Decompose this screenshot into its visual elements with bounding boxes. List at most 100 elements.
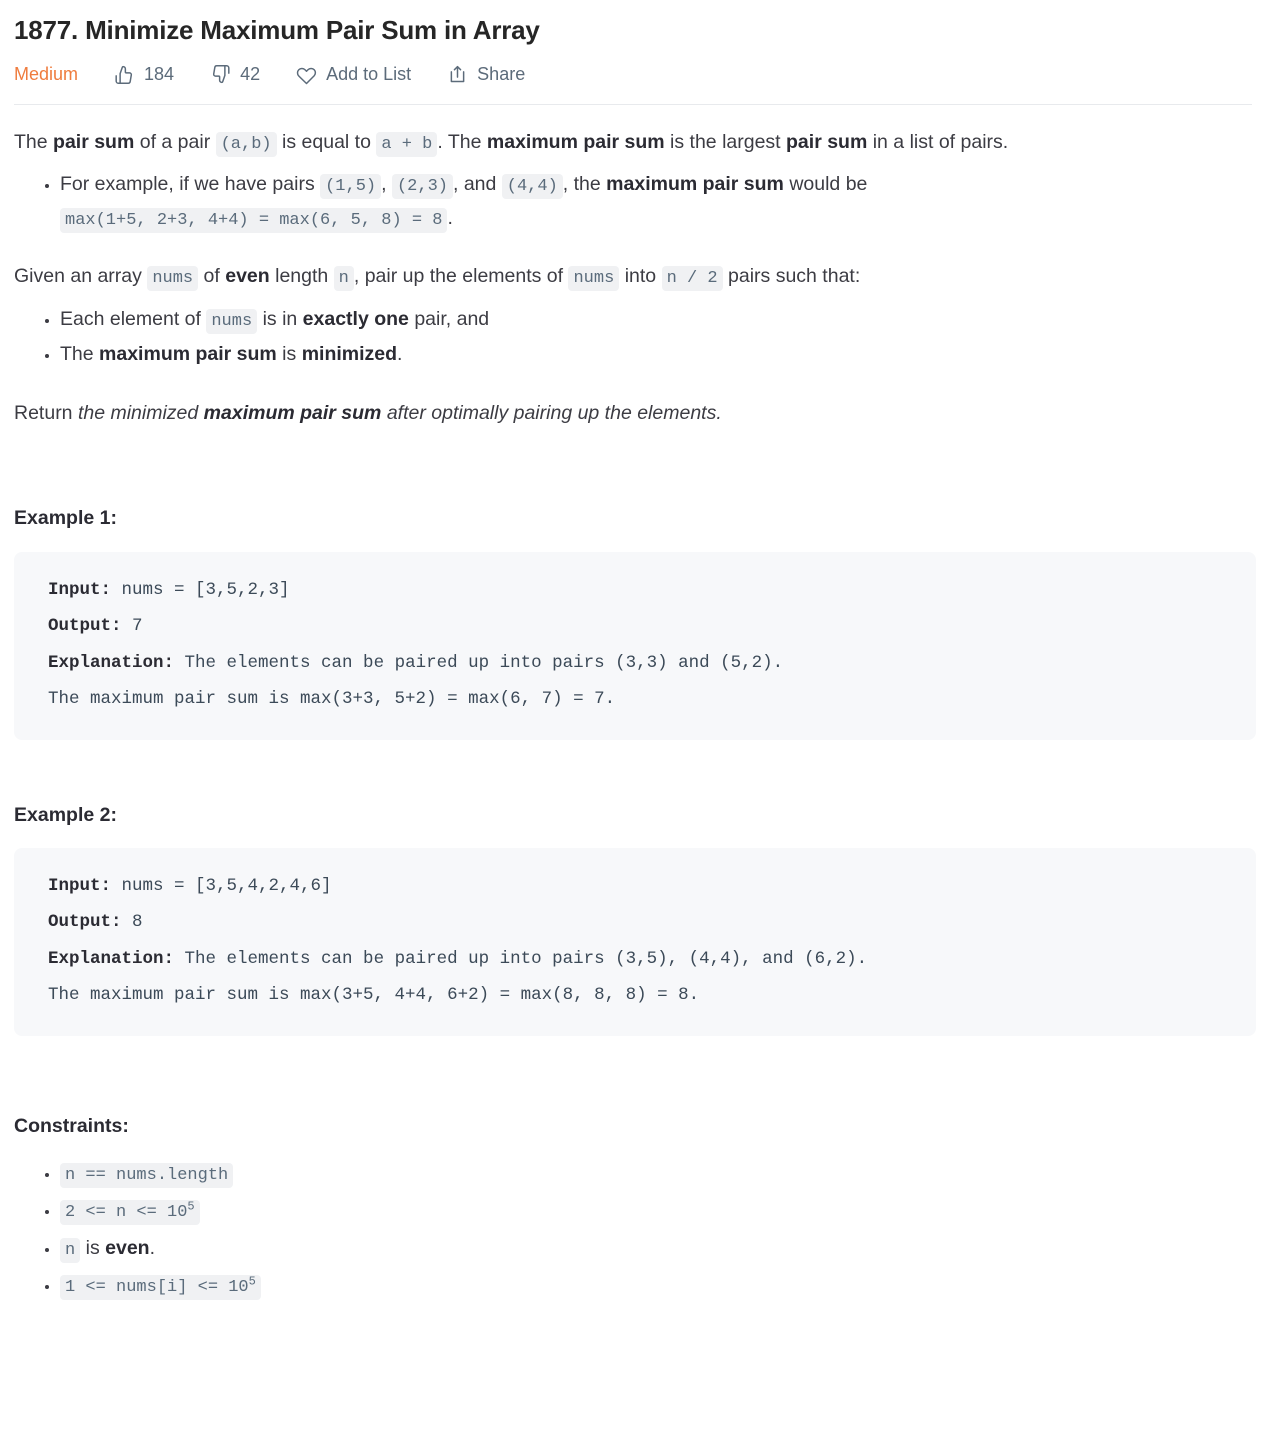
add-to-list-label: Add to List (326, 64, 412, 84)
inline-code: (a,b) (215, 131, 277, 157)
text-fragment: is the largest (664, 130, 787, 153)
text-fragment: For example, if we have pairs (60, 173, 321, 196)
text-fragment: Return (14, 401, 78, 424)
text-bold: even (105, 1236, 150, 1259)
add-to-list-button[interactable]: Add to List (296, 64, 411, 85)
text-fragment: is (80, 1236, 106, 1259)
text-fragment: pairs such that: (722, 265, 861, 288)
text-fragment: into (619, 265, 662, 288)
input-label: Input: (48, 579, 112, 600)
header-divider (14, 103, 1252, 105)
constraint-item: 1 <= nums[i] <= 105 (60, 1270, 1256, 1301)
page-title: 1877. Minimize Maximum Pair Sum in Array (14, 15, 540, 45)
list-item: For example, if we have pairs (1,5), (2,… (60, 168, 1256, 235)
text-fragment: , pair up the elements of (353, 265, 569, 288)
text-fragment: in a list of pairs. (867, 130, 1009, 153)
text-bold: maximum pair sum (486, 130, 665, 153)
output-label: Output: (48, 616, 122, 637)
description-paragraph-3: Return the minimized maximum pair sum af… (14, 398, 1256, 430)
text-fragment: pair, and (408, 307, 490, 330)
input-value: nums = [3,5,4,2,4,6] (111, 876, 332, 897)
inline-code: 2 <= n <= 105 (60, 1199, 200, 1226)
like-count: 184 (144, 64, 175, 84)
description-list-1: For example, if we have pairs (1,5), (2,… (14, 168, 1256, 235)
code-superscript: 5 (248, 1274, 256, 1289)
text-bold: pair sum (786, 130, 868, 153)
text-fragment: is in (257, 307, 303, 330)
heart-icon (296, 64, 317, 85)
text-fragment: Each element of (60, 307, 207, 330)
text-bold: maximum pair sum (606, 173, 784, 196)
input-label: Input: (48, 876, 112, 897)
text-fragment: The (14, 130, 54, 153)
inline-code: a + b (376, 131, 438, 157)
example-2-heading: Example 2: (14, 803, 117, 826)
text-fragment: The (60, 343, 100, 366)
description-paragraph-2: Given an array nums of even length n, pa… (14, 261, 1256, 293)
inline-code: n == nums.length (60, 1163, 234, 1189)
output-label: Output: (48, 912, 122, 933)
text-fragment: , (381, 173, 392, 196)
text-fragment: is (276, 343, 302, 366)
share-icon (447, 64, 468, 85)
list-item: The maximum pair sum is minimized. (60, 338, 1256, 372)
example-2-code-block: Input: nums = [3,5,4,2,4,6] Output: 8 Ex… (14, 848, 1256, 1036)
text-bold: even (225, 265, 270, 288)
thumbs-down-icon (210, 64, 231, 85)
inline-code: (2,3) (391, 174, 453, 200)
share-button[interactable]: Share (447, 64, 525, 85)
code-base: 2 <= n <= 10 (65, 1203, 188, 1223)
inline-code: (1,5) (320, 174, 382, 200)
text-fragment: . The (437, 130, 487, 153)
problem-page: 1877. Minimize Maximum Pair Sum in Array… (0, 0, 1274, 1301)
text-fragment: . (397, 343, 403, 366)
text-fragment: . (149, 1236, 155, 1259)
like-button[interactable]: 184 (114, 64, 174, 85)
inline-code: nums (206, 308, 258, 334)
inline-code: nums (147, 266, 199, 292)
text-bold: pair sum (53, 130, 135, 153)
inline-code: n / 2 (661, 266, 723, 292)
problem-meta-row: Medium 184 42 Add to List Share (10, 47, 1260, 89)
thumbs-up-icon (114, 64, 135, 85)
text-bold: minimized (301, 343, 398, 366)
dislike-count: 42 (240, 64, 261, 84)
explanation-label: Explanation: (48, 948, 175, 969)
constraint-item: 2 <= n <= 105 (60, 1195, 1256, 1226)
text-italic: after optimally pairing up the elements. (381, 401, 722, 424)
text-fragment: Given an array (14, 265, 148, 288)
inline-code: 1 <= nums[i] <= 105 (60, 1274, 261, 1300)
example-1-code-block: Input: nums = [3,5,2,3] Output: 7 Explan… (14, 551, 1256, 740)
example-1-heading: Example 1: (14, 507, 117, 530)
difficulty-badge: Medium (14, 64, 79, 84)
text-fragment: . (447, 206, 453, 229)
share-label: Share (477, 64, 526, 84)
list-item: Each element of nums is in exactly one p… (60, 303, 1256, 337)
inline-code: n (60, 1237, 81, 1263)
code-superscript: 5 (187, 1199, 195, 1214)
constraint-item: n == nums.length (60, 1158, 1256, 1189)
text-fragment: , the (562, 173, 607, 196)
description-paragraph-1: The pair sum of a pair (a,b) is equal to… (14, 127, 1256, 159)
text-fragment: of a pair (134, 130, 216, 153)
input-value: nums = [3,5,2,3] (111, 579, 290, 600)
dislike-button[interactable]: 42 (210, 64, 260, 85)
description-list-2: Each element of nums is in exactly one p… (14, 303, 1256, 372)
text-fragment: is equal to (276, 130, 377, 153)
text-fragment: would be (783, 173, 868, 196)
constraint-item: n is even. (60, 1233, 1256, 1264)
text-bold-italic: maximum pair sum (203, 401, 382, 424)
text-italic: the minimized (77, 401, 204, 424)
code-base: 1 <= nums[i] <= 10 (65, 1277, 249, 1297)
inline-code: max(1+5, 2+3, 4+4) = max(6, 5, 8) = 8 (60, 207, 448, 233)
text-bold: maximum pair sum (99, 343, 277, 366)
constraints-heading: Constraints: (14, 1114, 129, 1137)
explanation-label: Explanation: (48, 652, 175, 673)
output-value: 7 (121, 616, 143, 637)
problem-description: The pair sum of a pair (a,b) is equal to… (10, 127, 1260, 1301)
inline-code: nums (568, 266, 620, 292)
inline-code: n (333, 266, 354, 292)
text-fragment: , and (452, 173, 502, 196)
constraints-list: n == nums.length 2 <= n <= 105 n is even… (14, 1158, 1256, 1301)
output-value: 8 (121, 912, 143, 933)
